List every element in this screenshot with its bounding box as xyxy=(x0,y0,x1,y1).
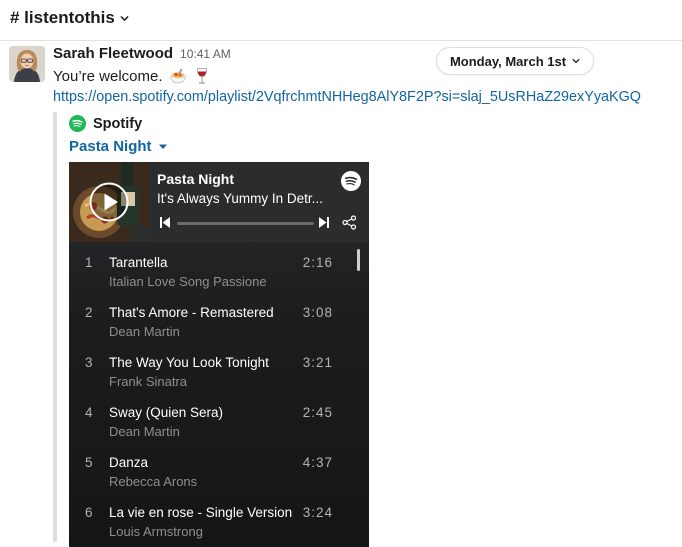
wine-glass-emoji xyxy=(196,68,207,84)
provider-name: Spotify xyxy=(93,115,143,132)
message-header: Sarah Fleetwood 10:41 AM xyxy=(53,45,231,62)
play-icon[interactable] xyxy=(89,182,129,222)
track-duration: 4:37 xyxy=(302,455,333,470)
track-title: The Way You Look Tonight xyxy=(109,355,269,370)
track-title: Tarantella xyxy=(109,255,168,270)
channel-name-button[interactable]: # listentothis xyxy=(10,8,129,28)
attachment-provider: Spotify xyxy=(69,115,142,132)
track-artist: Dean Martin xyxy=(109,424,180,439)
channel-name: # listentothis xyxy=(10,8,115,27)
author-name[interactable]: Sarah Fleetwood xyxy=(53,45,173,62)
track-row[interactable]: 4 Sway (Quien Sera) Dean Martin 2:45 xyxy=(69,398,369,448)
track-number: 5 xyxy=(85,455,93,470)
attachment-bar xyxy=(53,112,57,542)
track-number: 6 xyxy=(85,505,93,520)
track-title: Danza xyxy=(109,455,149,470)
share-icon[interactable] xyxy=(342,215,357,230)
player-header: Pasta Night It's Always Yummy In Detr... xyxy=(69,162,369,242)
track-number: 3 xyxy=(85,355,93,370)
track-duration: 2:45 xyxy=(302,405,333,420)
playback-progress-bar[interactable] xyxy=(177,222,314,225)
player-playlist-subtitle: It's Always Yummy In Detr... xyxy=(157,191,323,206)
track-row[interactable]: 6 La vie en rose - Single Version Louis … xyxy=(69,498,369,547)
playlist-cover-art xyxy=(69,162,149,242)
track-artist: Louis Armstrong xyxy=(109,524,203,539)
track-duration: 3:08 xyxy=(302,305,333,320)
chevron-down-icon xyxy=(572,58,580,64)
message-timestamp[interactable]: 10:41 AM xyxy=(180,47,231,61)
message-text: You’re welcome. xyxy=(53,67,211,85)
track-artist: Rebecca Arons xyxy=(109,474,198,489)
track-duration: 3:21 xyxy=(302,355,333,370)
track-artist: Dean Martin xyxy=(109,324,180,339)
track-title: Sway (Quien Sera) xyxy=(109,405,224,420)
track-duration: 3:24 xyxy=(302,505,333,520)
date-label: Monday, March 1st xyxy=(449,53,567,69)
track-title: That's Amore - Remastered xyxy=(109,305,274,320)
chevron-down-icon xyxy=(120,15,129,21)
avatar[interactable] xyxy=(9,46,45,82)
spotify-icon[interactable] xyxy=(341,171,361,191)
track-row[interactable]: 2 That's Amore - Remastered Dean Martin … xyxy=(69,298,369,348)
previous-icon[interactable] xyxy=(160,217,170,228)
date-divider-button[interactable]: Monday, March 1st xyxy=(436,47,594,75)
channel-header: # listentothis xyxy=(0,0,682,41)
track-artist: Frank Sinatra xyxy=(109,374,188,389)
spotify-icon xyxy=(69,115,86,132)
caret-down-icon xyxy=(158,144,167,149)
track-row[interactable]: 3 The Way You Look Tonight Frank Sinatra… xyxy=(69,348,369,398)
message-body: You’re welcome. xyxy=(53,67,163,85)
spotify-embed-player: Pasta Night It's Always Yummy In Detr... xyxy=(69,162,369,547)
track-number: 2 xyxy=(85,305,93,320)
track-number: 4 xyxy=(85,405,93,420)
next-icon[interactable] xyxy=(319,217,329,228)
track-duration: 2:16 xyxy=(302,255,333,270)
player-playlist-title[interactable]: Pasta Night xyxy=(157,171,234,187)
attachment-title: Pasta Night xyxy=(69,138,152,155)
attachment-title-link[interactable]: Pasta Night xyxy=(69,138,167,155)
track-artist: Italian Love Song Passione xyxy=(109,274,267,289)
track-title: La vie en rose - Single Version xyxy=(109,505,293,520)
track-row[interactable]: 1 Tarantella Italian Love Song Passione … xyxy=(69,248,369,298)
spotify-playlist-link[interactable]: https://open.spotify.com/playlist/2Vqfrc… xyxy=(53,89,641,105)
track-list-scrollbar[interactable] xyxy=(357,249,360,271)
spaghetti-emoji xyxy=(169,68,186,84)
track-row[interactable]: 5 Danza Rebecca Arons 4:37 xyxy=(69,448,369,498)
track-number: 1 xyxy=(85,255,93,270)
